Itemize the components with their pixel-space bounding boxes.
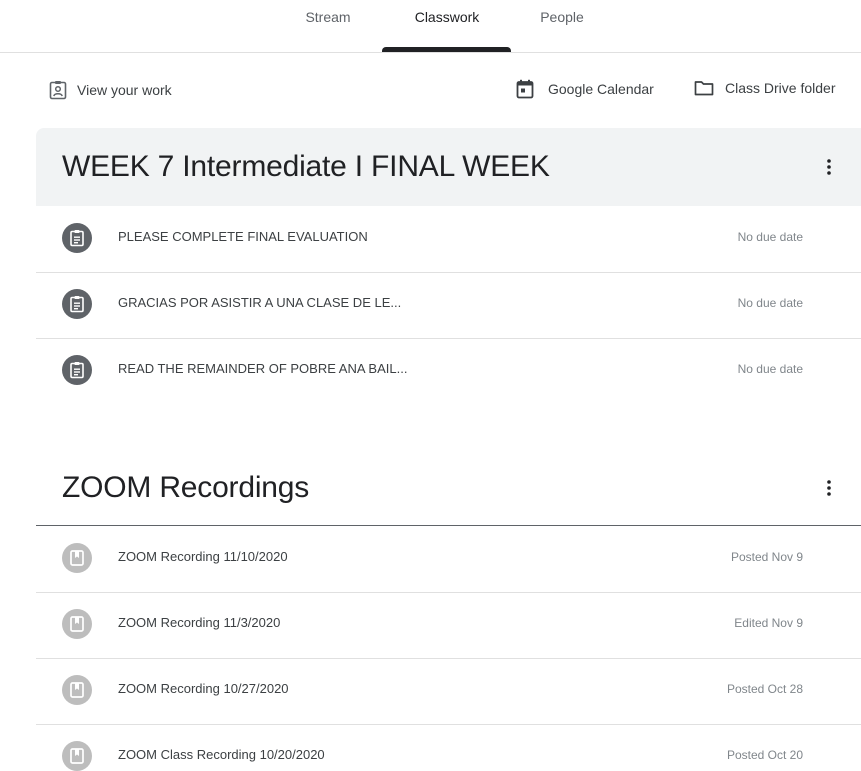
item-posted-date: Edited Nov 9 bbox=[734, 616, 803, 630]
topic-header-zoom-recordings: ZOOM Recordings bbox=[36, 451, 861, 525]
classwork-item[interactable]: READ THE REMAINDER OF POBRE ANA BAIL... … bbox=[36, 338, 861, 404]
item-title: GRACIAS POR ASISTIR A UNA CLASE DE LE... bbox=[118, 295, 402, 310]
top-tab-bar: Stream Classwork People bbox=[0, 0, 861, 53]
tab-people[interactable]: People bbox=[520, 0, 604, 52]
more-vert-icon[interactable] bbox=[819, 152, 839, 182]
tab-stream[interactable]: Stream bbox=[283, 0, 373, 52]
item-due-date: No due date bbox=[737, 230, 803, 244]
topic-title: WEEK 7 Intermediate I FINAL WEEK bbox=[62, 150, 550, 183]
view-your-work-button[interactable]: View your work bbox=[49, 80, 172, 100]
classwork-item[interactable]: ZOOM Recording 10/27/2020 Posted Oct 28 bbox=[36, 658, 861, 725]
item-title: ZOOM Class Recording 10/20/2020 bbox=[118, 747, 325, 762]
classwork-item[interactable]: GRACIAS POR ASISTIR A UNA CLASE DE LE...… bbox=[36, 272, 861, 339]
item-title: ZOOM Recording 11/3/2020 bbox=[118, 615, 281, 630]
topic-title: ZOOM Recordings bbox=[62, 471, 310, 504]
tab-classwork[interactable]: Classwork bbox=[388, 0, 506, 52]
more-vert-icon[interactable] bbox=[819, 473, 839, 503]
folder-icon bbox=[694, 80, 714, 96]
classwork-item[interactable]: PLEASE COMPLETE FINAL EVALUATION No due … bbox=[36, 206, 861, 273]
item-posted-date: Posted Nov 9 bbox=[730, 550, 803, 564]
class-drive-folder-label: Class Drive folder bbox=[725, 80, 836, 96]
classwork-item[interactable]: ZOOM Class Recording 10/20/2020 Posted O… bbox=[36, 724, 861, 771]
classwork-item[interactable]: ZOOM Recording 11/10/2020 Posted Nov 9 bbox=[36, 526, 861, 593]
item-due-date: No due date bbox=[737, 362, 803, 376]
assignment-icon bbox=[62, 223, 92, 253]
calendar-icon bbox=[516, 79, 534, 99]
item-posted-date: Posted Oct 28 bbox=[726, 682, 803, 696]
material-icon bbox=[62, 543, 92, 573]
classwork-item[interactable]: ZOOM Recording 11/3/2020 Edited Nov 9 bbox=[36, 592, 861, 659]
material-icon bbox=[62, 609, 92, 639]
item-posted-date: Posted Oct 20 bbox=[726, 748, 803, 762]
classwork-toolbar: View your work Google Calendar Class Dri… bbox=[0, 52, 861, 128]
item-title: PLEASE COMPLETE FINAL EVALUATION bbox=[118, 229, 368, 244]
classwork-page: Stream Classwork People View your work G… bbox=[0, 0, 861, 771]
assignment-ind-icon bbox=[49, 80, 67, 100]
view-your-work-label: View your work bbox=[77, 82, 172, 98]
item-title: ZOOM Recording 11/10/2020 bbox=[118, 549, 288, 564]
google-calendar-button[interactable]: Google Calendar bbox=[516, 79, 654, 99]
item-title: READ THE REMAINDER OF POBRE ANA BAIL... bbox=[118, 361, 408, 376]
item-title: ZOOM Recording 10/27/2020 bbox=[118, 681, 289, 696]
google-calendar-label: Google Calendar bbox=[548, 81, 654, 97]
material-icon bbox=[62, 741, 92, 771]
topic-header-week-7: WEEK 7 Intermediate I FINAL WEEK bbox=[36, 128, 861, 206]
item-due-date: No due date bbox=[737, 296, 803, 310]
assignment-icon bbox=[62, 289, 92, 319]
assignment-icon bbox=[62, 355, 92, 385]
material-icon bbox=[62, 675, 92, 705]
class-drive-folder-button[interactable]: Class Drive folder bbox=[694, 80, 835, 96]
